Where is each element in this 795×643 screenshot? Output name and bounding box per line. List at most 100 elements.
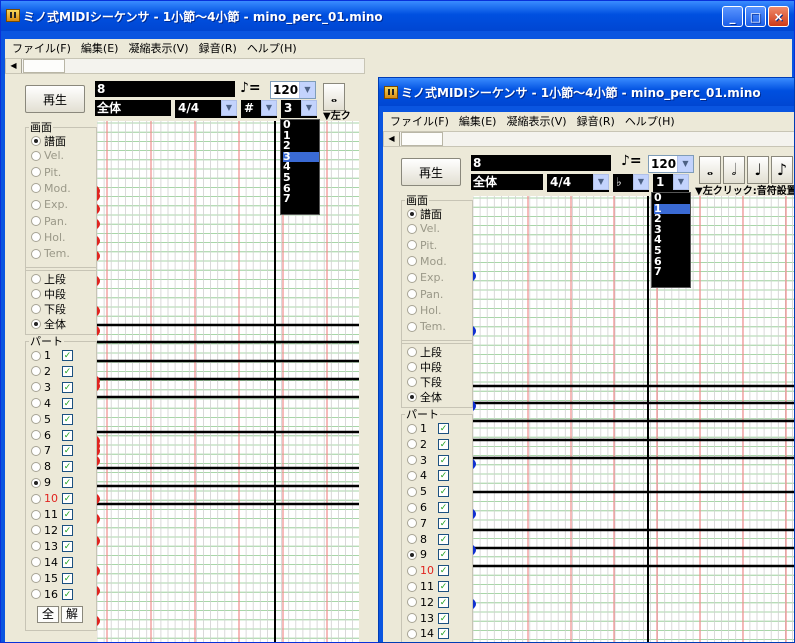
screen-option[interactable]: Hol. [31, 231, 66, 244]
radio-icon[interactable] [31, 366, 41, 377]
screen-option[interactable]: 譜面 [407, 206, 442, 222]
menu-edit[interactable]: 編集(E) [76, 40, 124, 56]
note-marker[interactable] [97, 456, 100, 466]
radio-icon[interactable] [31, 557, 41, 568]
radio-icon[interactable] [31, 509, 41, 520]
radio-icon[interactable] [31, 350, 41, 361]
part-option[interactable]: 13 ✓ [407, 612, 449, 625]
part-option[interactable]: 15 ✓ [31, 572, 73, 585]
play-button[interactable]: 再生 [25, 85, 85, 113]
part-option[interactable]: 16 ✓ [31, 588, 73, 601]
screen-option[interactable]: Mod. [407, 255, 447, 268]
note-marker[interactable] [97, 514, 100, 524]
whole-note-button[interactable]: 𝅝 [699, 156, 721, 184]
screen-option[interactable]: Vel. [407, 222, 440, 235]
checkbox-icon[interactable]: ✓ [62, 445, 73, 457]
note-marker[interactable] [97, 494, 100, 504]
checkbox-icon[interactable]: ✓ [62, 413, 73, 425]
maximize-button[interactable]: □ [745, 6, 766, 27]
radio-icon[interactable] [31, 477, 41, 488]
radio-icon[interactable] [407, 362, 417, 372]
menu-help[interactable]: ヘルプ(H) [620, 113, 680, 129]
radio-icon[interactable] [407, 455, 417, 466]
menu-file[interactable]: ファイル(F) [385, 113, 454, 129]
staff-option[interactable]: 上段 [31, 271, 66, 287]
radio-icon[interactable] [407, 565, 417, 576]
half-note-button[interactable]: 𝅗𝅥 [723, 156, 745, 184]
note-marker[interactable] [473, 326, 476, 336]
checkbox-icon[interactable]: ✓ [438, 628, 449, 640]
part-option[interactable]: 6 ✓ [407, 501, 449, 514]
menu-record[interactable]: 録音(R) [572, 113, 620, 129]
checkbox-icon[interactable]: ✓ [62, 524, 73, 536]
menu-edit[interactable]: 編集(E) [454, 113, 502, 129]
checkbox-icon[interactable]: ✓ [62, 429, 73, 441]
time-signature-select[interactable]: 4/4 ▼ [175, 100, 237, 118]
radio-icon[interactable] [31, 216, 41, 226]
select-all-parts-button[interactable]: 全 [37, 606, 59, 623]
part-option[interactable]: 14 ✓ [407, 627, 449, 640]
part-option[interactable]: 10 ✓ [31, 492, 73, 505]
part-option[interactable]: 9 ✓ [407, 548, 449, 561]
accidental-select[interactable]: ♭ ▼ [613, 174, 649, 192]
part-option[interactable]: 12 ✓ [407, 596, 449, 609]
part-option[interactable]: 7 ✓ [407, 517, 449, 530]
note-marker[interactable] [97, 236, 100, 246]
radio-icon[interactable] [31, 414, 41, 425]
octave-select[interactable]: 1 ▼ [653, 174, 689, 192]
score-canvas[interactable] [473, 196, 795, 643]
radio-icon[interactable] [31, 183, 41, 194]
screen-option[interactable]: Tem. [31, 247, 70, 260]
radio-icon[interactable] [407, 423, 417, 434]
radio-icon[interactable] [31, 382, 41, 393]
note-marker[interactable] [473, 545, 476, 555]
note-marker[interactable] [97, 586, 100, 596]
radio-icon[interactable] [407, 581, 417, 592]
part-option[interactable]: 11 ✓ [407, 580, 449, 593]
tempo-select[interactable]: 120 ▼ [270, 81, 316, 99]
menu-view[interactable]: 凝縮表示(V) [501, 113, 571, 129]
radio-icon[interactable] [407, 439, 417, 450]
part-option[interactable]: 3 ✓ [407, 454, 449, 467]
octave-list-item[interactable]: 7 [283, 193, 319, 205]
front-h-scrollbar[interactable]: ◀ [383, 131, 794, 147]
checkbox-icon[interactable]: ✓ [438, 612, 449, 624]
time-signature-select[interactable]: 4/4 ▼ [547, 174, 609, 192]
scroll-thumb[interactable] [401, 132, 443, 146]
checkbox-icon[interactable]: ✓ [438, 565, 449, 577]
scroll-left-icon[interactable]: ◀ [384, 132, 400, 146]
note-marker[interactable] [473, 459, 476, 469]
back-h-scrollbar[interactable]: ◀ [5, 58, 365, 74]
part-option[interactable]: 5 ✓ [407, 485, 449, 498]
staff-option[interactable]: 中段 [31, 286, 66, 302]
radio-icon[interactable] [31, 167, 41, 178]
note-marker[interactable] [97, 536, 100, 546]
staff-option[interactable]: 全体 [31, 316, 66, 332]
part-option[interactable]: 11 ✓ [31, 508, 73, 521]
part-option[interactable]: 12 ✓ [31, 524, 73, 537]
radio-icon[interactable] [407, 470, 417, 481]
checkbox-icon[interactable]: ✓ [438, 423, 449, 434]
screen-option[interactable]: Pan. [31, 215, 67, 228]
screen-option[interactable]: Hol. [407, 304, 442, 317]
checkbox-icon[interactable]: ✓ [62, 397, 73, 409]
screen-option[interactable]: Mod. [31, 182, 71, 195]
back-octave-dropdown-list[interactable]: 01234567 [280, 119, 320, 215]
screen-option[interactable]: Exp. [407, 271, 444, 284]
staff-option[interactable]: 中段 [407, 359, 442, 375]
part-option[interactable]: 4 ✓ [407, 469, 449, 482]
checkbox-icon[interactable]: ✓ [62, 461, 73, 473]
radio-icon[interactable] [31, 430, 41, 440]
part-option[interactable]: 1 ✓ [31, 349, 73, 362]
checkbox-icon[interactable]: ✓ [62, 572, 73, 584]
close-button[interactable]: × [768, 6, 789, 27]
radio-icon[interactable] [407, 321, 417, 332]
menu-file[interactable]: ファイル(F) [7, 40, 76, 56]
radio-icon[interactable] [407, 223, 417, 234]
menu-view[interactable]: 凝縮表示(V) [123, 40, 193, 56]
screen-option[interactable]: Pit. [407, 239, 437, 252]
checkbox-icon[interactable]: ✓ [438, 438, 449, 450]
radio-icon[interactable] [407, 377, 417, 387]
radio-icon[interactable] [407, 549, 417, 560]
note-marker[interactable] [473, 271, 476, 281]
